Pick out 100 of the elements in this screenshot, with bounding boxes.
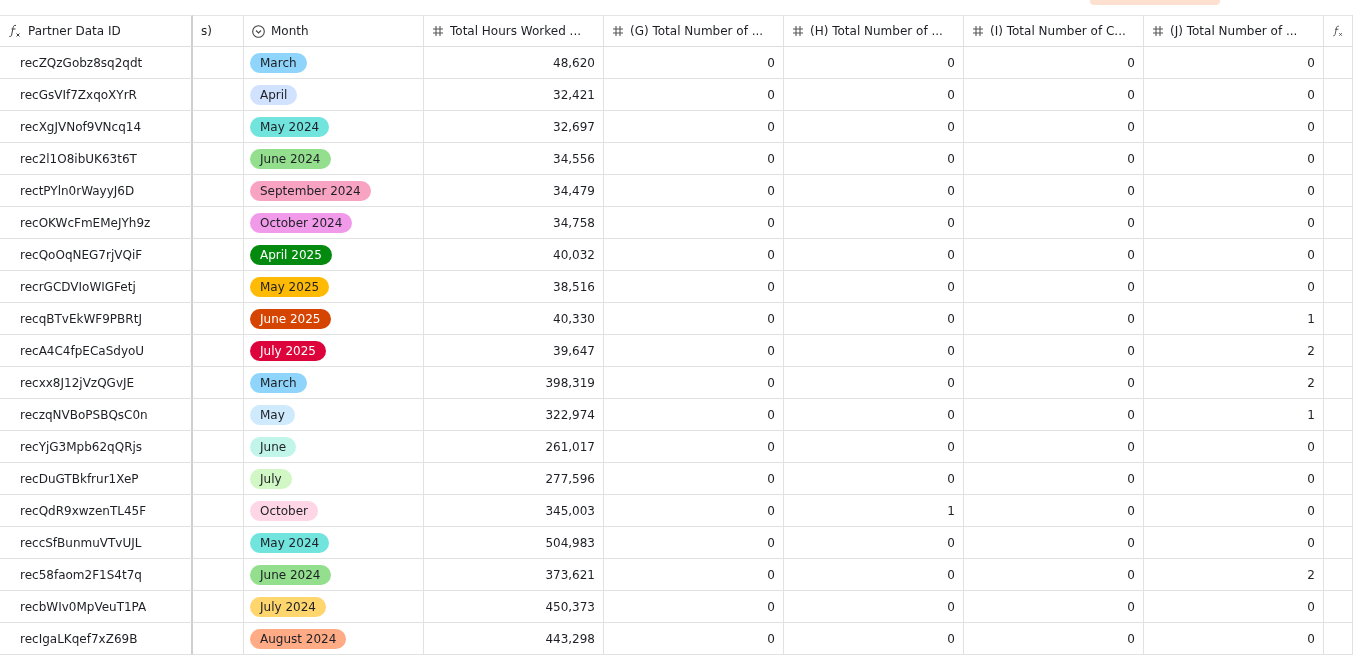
month-tag: October — [250, 500, 319, 521]
table-cell: 32,697 — [424, 111, 604, 143]
table-cell: recDuGTBkfrur1XeP — [0, 463, 193, 495]
table-cell: 0 — [964, 463, 1144, 495]
table-cell: 0 — [604, 175, 784, 207]
table-cell — [1324, 207, 1353, 239]
table-cell: 0 — [604, 495, 784, 527]
table-cell: 0 — [964, 431, 1144, 463]
table-cell: 277,596 — [424, 463, 604, 495]
table-cell: recXgJVNof9VNcq14 — [0, 111, 193, 143]
month-tag: October 2024 — [250, 212, 353, 233]
table-cell: 0 — [604, 527, 784, 559]
table-cell: 0 — [964, 79, 1144, 111]
table-cell — [1324, 47, 1353, 79]
table-cell: 2 — [1144, 367, 1324, 399]
table-cell — [1324, 143, 1353, 175]
table-cell: 0 — [1144, 271, 1324, 303]
table-cell: 34,479 — [424, 175, 604, 207]
column-header[interactable]: (H) Total Number of ... — [784, 15, 964, 47]
hash-icon — [1152, 25, 1164, 37]
table-cell: recA4C4fpECaSdyoU — [0, 335, 193, 367]
table-cell: 1 — [1144, 303, 1324, 335]
table-cell: 1 — [784, 495, 964, 527]
table-cell: 0 — [1144, 527, 1324, 559]
month-tag: April — [250, 84, 298, 105]
column-header[interactable]: Partner Data ID — [0, 15, 193, 47]
table-cell: 0 — [784, 559, 964, 591]
table-cell: 0 — [784, 239, 964, 271]
formula-icon — [8, 24, 22, 38]
table-cell: 443,298 — [424, 623, 604, 655]
table-cell — [1324, 335, 1353, 367]
table-cell: recGsVIf7ZxqoXYrR — [0, 79, 193, 111]
table-cell: 0 — [784, 335, 964, 367]
table-cell: recbWIv0MpVeuT1PA — [0, 591, 193, 623]
table-cell: 0 — [784, 111, 964, 143]
table-cell: 48,620 — [424, 47, 604, 79]
table-cell — [1324, 111, 1353, 143]
table-cell — [1324, 399, 1353, 431]
month-tag: June — [250, 436, 297, 457]
table-cell: rec2l1O8ibUK63t6T — [0, 143, 193, 175]
table-cell: 0 — [604, 463, 784, 495]
table-cell: 0 — [604, 271, 784, 303]
table-cell: recQdR9xwzenTL45F — [0, 495, 193, 527]
month-tag: May 2024 — [250, 116, 330, 137]
month-tag: June 2024 — [250, 148, 331, 169]
table-cell: 2 — [1144, 335, 1324, 367]
table-cell — [1324, 591, 1353, 623]
table-cell: 0 — [964, 47, 1144, 79]
table-cell: recIgaLKqef7xZ69B — [0, 623, 193, 655]
table-cell: reczqNVBoPSBQsC0n — [0, 399, 193, 431]
month-tag: June 2024 — [250, 564, 331, 585]
column-header[interactable] — [1324, 15, 1353, 47]
table-cell: 322,974 — [424, 399, 604, 431]
table-cell: 0 — [604, 207, 784, 239]
table-cell: 0 — [1144, 463, 1324, 495]
table-cell: 0 — [604, 111, 784, 143]
hash-icon — [792, 25, 804, 37]
table-cell: 0 — [784, 431, 964, 463]
month-tag: August 2024 — [250, 628, 347, 649]
table-cell: 0 — [604, 399, 784, 431]
table-cell: 40,330 — [424, 303, 604, 335]
table-cell: 0 — [784, 527, 964, 559]
table-cell: 504,983 — [424, 527, 604, 559]
table-cell: 0 — [964, 591, 1144, 623]
table-cell: 0 — [1144, 47, 1324, 79]
table-cell: 0 — [1144, 111, 1324, 143]
column-header[interactable]: (I) Total Number of C... — [964, 15, 1144, 47]
column-header[interactable]: Total Hours Worked ... — [424, 15, 604, 47]
table-cell: rec58faom2F1S4t7q — [0, 559, 193, 591]
table-cell: rectPYln0rWayyJ6D — [0, 175, 193, 207]
table-cell: 34,556 — [424, 143, 604, 175]
table-cell: 398,319 — [424, 367, 604, 399]
table-cell: 0 — [1144, 175, 1324, 207]
table-cell: 0 — [1144, 591, 1324, 623]
table-cell: 0 — [964, 271, 1144, 303]
table-cell — [1324, 431, 1353, 463]
table-cell: 34,758 — [424, 207, 604, 239]
column-header[interactable]: s) — [193, 15, 244, 47]
table-cell — [1324, 527, 1353, 559]
table-cell: 0 — [964, 367, 1144, 399]
table-cell: 0 — [784, 463, 964, 495]
table-cell: 0 — [604, 559, 784, 591]
table-cell: 0 — [604, 335, 784, 367]
table-cell: 0 — [964, 239, 1144, 271]
column-header[interactable]: (G) Total Number of ... — [604, 15, 784, 47]
column-header[interactable]: Month — [244, 15, 424, 47]
table-cell: 1 — [1144, 399, 1324, 431]
table-cell — [1324, 271, 1353, 303]
table-cell: 0 — [604, 623, 784, 655]
table-cell: 0 — [1144, 623, 1324, 655]
table-cell — [1324, 79, 1353, 111]
table-cell: 0 — [964, 495, 1144, 527]
hash-icon — [432, 25, 444, 37]
table-cell — [1324, 239, 1353, 271]
month-tag: June 2025 — [250, 308, 331, 329]
column-header[interactable]: (J) Total Number of ... — [1144, 15, 1324, 47]
chevron-circle-icon — [252, 24, 265, 38]
table-cell — [1324, 559, 1353, 591]
table-cell: 0 — [964, 399, 1144, 431]
month-tag: May 2024 — [250, 532, 330, 553]
